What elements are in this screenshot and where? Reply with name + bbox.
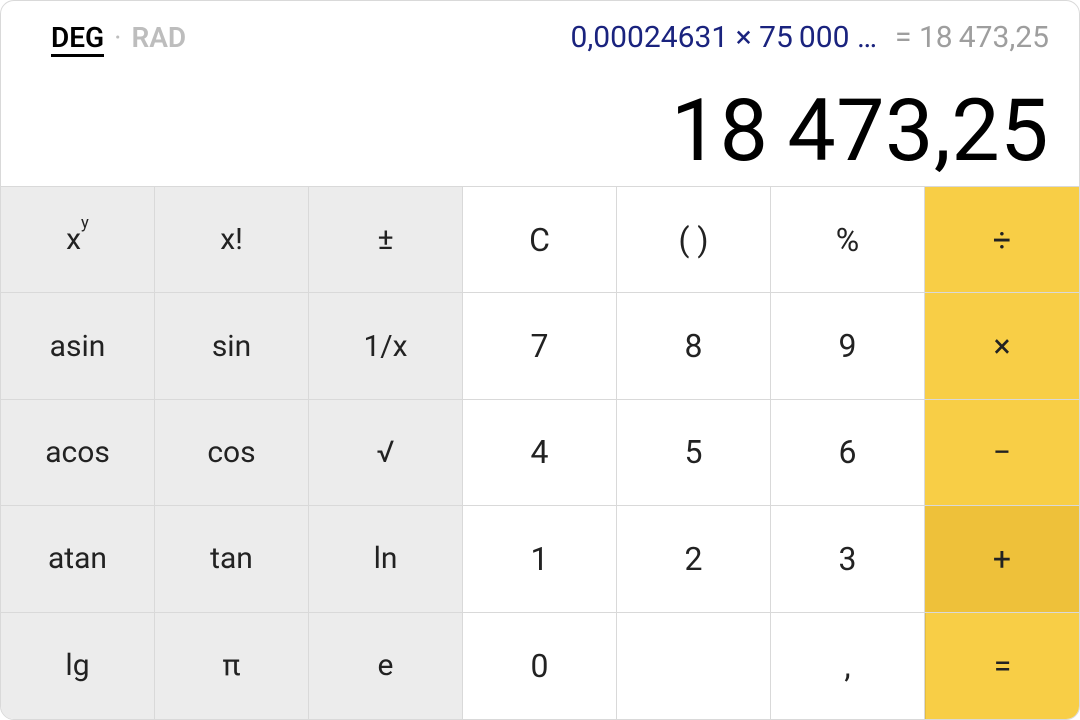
key-equals[interactable]: = bbox=[925, 613, 1079, 719]
key-multiply[interactable]: × bbox=[925, 293, 1079, 399]
mode-deg[interactable]: DEG bbox=[51, 24, 104, 57]
keypad: xy x! ± C ( ) % ÷ asin sin 1/x 7 8 9 × a… bbox=[1, 187, 1079, 719]
key-5[interactable]: 5 bbox=[617, 400, 771, 506]
key-plus[interactable]: + bbox=[925, 506, 1079, 612]
angle-mode-toggle[interactable]: DEG · RAD bbox=[51, 24, 186, 57]
key-7[interactable]: 7 bbox=[463, 293, 617, 399]
key-ln[interactable]: ln bbox=[309, 506, 463, 612]
key-e[interactable]: e bbox=[309, 613, 463, 719]
key-sqrt[interactable]: √ bbox=[309, 400, 463, 506]
mode-separator: · bbox=[114, 24, 121, 52]
mode-rad[interactable]: RAD bbox=[131, 24, 186, 52]
key-9[interactable]: 9 bbox=[771, 293, 925, 399]
key-atan[interactable]: atan bbox=[1, 506, 155, 612]
key-8[interactable]: 8 bbox=[617, 293, 771, 399]
key-reciprocal[interactable]: 1/x bbox=[309, 293, 463, 399]
expression-history: 0,00024631 × 75 000 … bbox=[571, 23, 877, 53]
key-negate[interactable]: ± bbox=[309, 187, 463, 293]
key-percent[interactable]: % bbox=[771, 187, 925, 293]
previous-result: = 18 473,25 bbox=[895, 23, 1049, 53]
key-tan[interactable]: tan bbox=[155, 506, 309, 612]
key-4[interactable]: 4 bbox=[463, 400, 617, 506]
key-2[interactable]: 2 bbox=[617, 506, 771, 612]
key-clear[interactable]: C bbox=[463, 187, 617, 293]
key-acos[interactable]: acos bbox=[1, 400, 155, 506]
key-3[interactable]: 3 bbox=[771, 506, 925, 612]
key-decimal[interactable]: , bbox=[771, 613, 925, 719]
key-lg[interactable]: lg bbox=[1, 613, 155, 719]
key-blank bbox=[617, 613, 771, 719]
calculator: DEG · RAD 0,00024631 × 75 000 … = 18 473… bbox=[0, 0, 1080, 720]
key-asin[interactable]: asin bbox=[1, 293, 155, 399]
result-display: 18473,25 bbox=[31, 88, 1049, 174]
key-6[interactable]: 6 bbox=[771, 400, 925, 506]
key-cos[interactable]: cos bbox=[155, 400, 309, 506]
key-parens[interactable]: ( ) bbox=[617, 187, 771, 293]
display-area: DEG · RAD 0,00024631 × 75 000 … = 18 473… bbox=[1, 1, 1079, 187]
key-divide[interactable]: ÷ bbox=[925, 187, 1079, 293]
key-1[interactable]: 1 bbox=[463, 506, 617, 612]
key-minus[interactable]: − bbox=[925, 400, 1079, 506]
key-0[interactable]: 0 bbox=[463, 613, 617, 719]
key-power[interactable]: xy bbox=[1, 187, 155, 293]
key-factorial[interactable]: x! bbox=[155, 187, 309, 293]
display-top-row: DEG · RAD 0,00024631 × 75 000 … = 18 473… bbox=[31, 23, 1049, 57]
key-pi[interactable]: π bbox=[155, 613, 309, 719]
key-sin[interactable]: sin bbox=[155, 293, 309, 399]
